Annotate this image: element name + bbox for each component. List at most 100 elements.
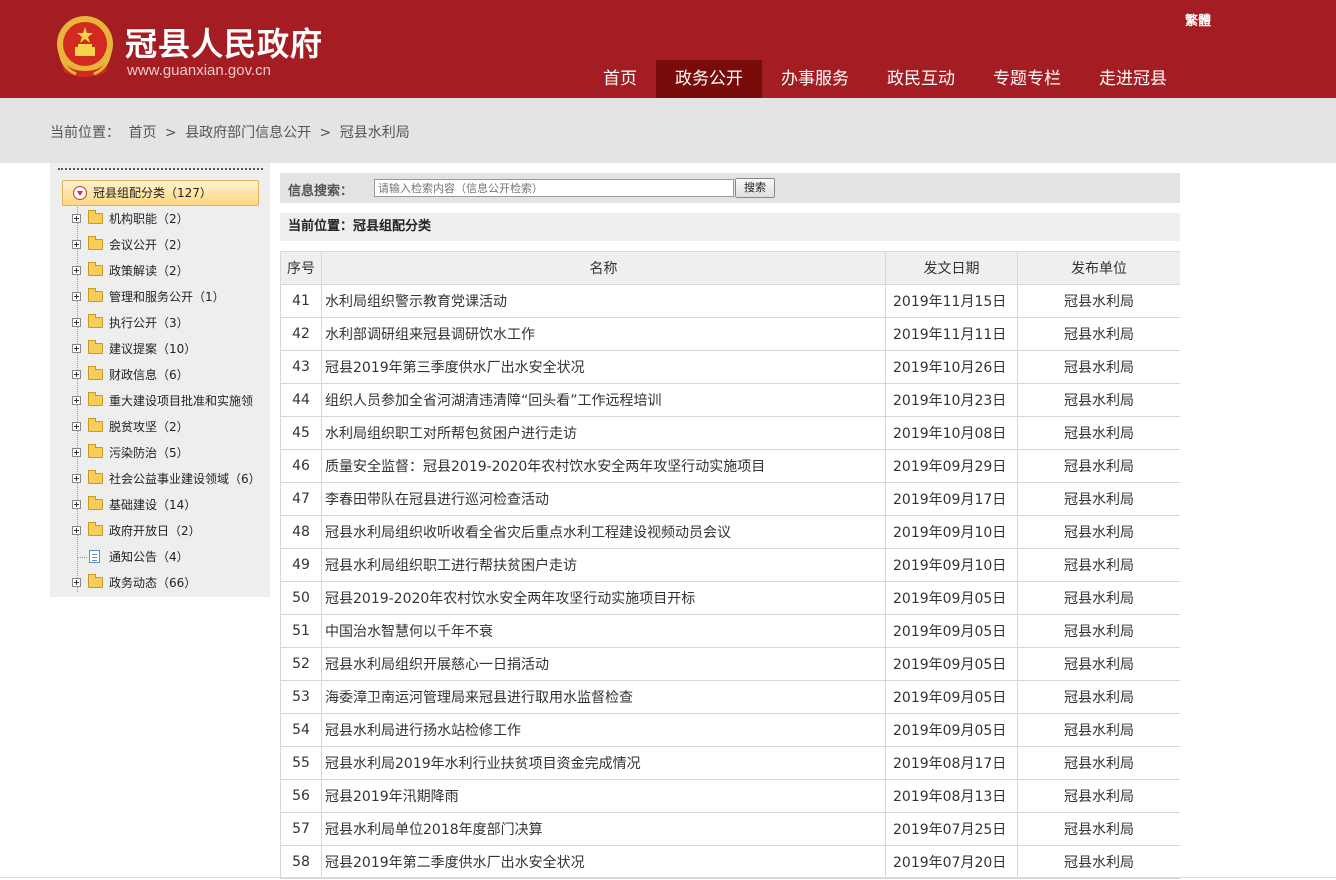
row-index-cell: 45 bbox=[280, 416, 322, 450]
tree-item-news[interactable]: 政务动态（66） bbox=[72, 573, 196, 593]
table-row[interactable]: 43 冠县2019年第三季度供水厂出水安全状况 2019年10月26日 冠县水利局 bbox=[280, 350, 1180, 384]
tree-item-public-welfare[interactable]: 社会公益事业建设领域（6） bbox=[72, 469, 261, 489]
expand-plus-icon[interactable] bbox=[72, 292, 81, 301]
search-input[interactable] bbox=[374, 179, 734, 197]
table-row[interactable]: 58 冠县2019年第二季度供水厂出水安全状况 2019年07月20日 冠县水利局 bbox=[280, 845, 1180, 879]
row-title-link[interactable]: 冠县水利局2019年水利行业扶贫项目资金完成情况 bbox=[321, 746, 886, 780]
breadcrumb-dept-info[interactable]: 县政府部门信息公开 bbox=[185, 125, 311, 141]
collapse-arrow-icon[interactable] bbox=[73, 186, 87, 200]
breadcrumb: 当前位置： 首页 > 县政府部门信息公开 > 冠县水利局 bbox=[50, 122, 414, 142]
row-title-link[interactable]: 海委漳卫南运河管理局来冠县进行取用水监督检查 bbox=[321, 680, 886, 714]
row-title-link[interactable]: 冠县2019年第二季度供水厂出水安全状况 bbox=[321, 845, 886, 879]
tree-item-notices[interactable]: 通知公告（4） bbox=[72, 547, 189, 567]
nav-services[interactable]: 办事服务 bbox=[762, 60, 868, 98]
tree-item-policy[interactable]: 政策解读（2） bbox=[72, 261, 189, 281]
folder-icon bbox=[88, 236, 103, 250]
expand-plus-icon[interactable] bbox=[72, 214, 81, 223]
tree-item-finance[interactable]: 财政信息（6） bbox=[72, 365, 189, 385]
row-title-link[interactable]: 冠县水利局单位2018年度部门决算 bbox=[321, 812, 886, 846]
row-publisher-cell: 冠县水利局 bbox=[1017, 845, 1180, 879]
expand-plus-icon[interactable] bbox=[72, 500, 81, 509]
table-row[interactable]: 53 海委漳卫南运河管理局来冠县进行取用水监督检查 2019年09月05日 冠县水利局 bbox=[280, 680, 1180, 714]
table-row[interactable]: 42 水利部调研组来冠县调研饮水工作 2019年11月11日 冠县水利局 bbox=[280, 317, 1180, 351]
table-row[interactable]: 56 冠县2019年汛期降雨 2019年08月13日 冠县水利局 bbox=[280, 779, 1180, 813]
table-row[interactable]: 48 冠县水利局组织收听收看全省灾后重点水利工程建设视频动员会议 2019年09月1… bbox=[280, 515, 1180, 549]
row-publisher-cell: 冠县水利局 bbox=[1017, 614, 1180, 648]
expand-plus-icon[interactable] bbox=[72, 526, 81, 535]
expand-plus-icon[interactable] bbox=[72, 240, 81, 249]
nav-government-affairs[interactable]: 政务公开 bbox=[656, 60, 762, 98]
row-publisher-cell: 冠县水利局 bbox=[1017, 713, 1180, 747]
row-title-link[interactable]: 中国治水智慧何以千年不衰 bbox=[321, 614, 886, 648]
tree-root-category[interactable]: 冠县组配分类（127） bbox=[62, 180, 259, 206]
tree-item-label: 污染防治（5） bbox=[109, 446, 189, 460]
row-publisher-cell: 冠县水利局 bbox=[1017, 746, 1180, 780]
national-emblem-icon[interactable] bbox=[54, 14, 116, 80]
tree-item-execution[interactable]: 执行公开（3） bbox=[72, 313, 189, 333]
table-row[interactable]: 51 中国治水智慧何以千年不衰 2019年09月05日 冠县水利局 bbox=[280, 614, 1180, 648]
expand-plus-icon[interactable] bbox=[72, 344, 81, 353]
expand-plus-icon[interactable] bbox=[72, 578, 81, 587]
row-title-link[interactable]: 冠县水利局组织职工进行帮扶贫困户走访 bbox=[321, 548, 886, 582]
expand-plus-icon[interactable] bbox=[72, 370, 81, 379]
row-title-link[interactable]: 冠县水利局进行扬水站检修工作 bbox=[321, 713, 886, 747]
nav-about-county[interactable]: 走进冠县 bbox=[1080, 60, 1186, 98]
traditional-chinese-link[interactable]: 繁體 bbox=[1185, 10, 1211, 29]
table-row[interactable]: 46 质量安全监督：冠县2019-2020年农村饮水安全两年攻坚行动实施项目 201… bbox=[280, 449, 1180, 483]
expand-plus-icon[interactable] bbox=[72, 396, 81, 405]
row-title-link[interactable]: 李春田带队在冠县进行巡河检查活动 bbox=[321, 482, 886, 516]
row-date-cell: 2019年09月10日 bbox=[885, 515, 1018, 549]
table-row[interactable]: 44 组织人员参加全省河湖清违清障“回头看”工作远程培训 2019年10月23日 冠县… bbox=[280, 383, 1180, 417]
table-row[interactable]: 49 冠县水利局组织职工进行帮扶贫困户走访 2019年09月10日 冠县水利局 bbox=[280, 548, 1180, 582]
expand-plus-icon[interactable] bbox=[72, 448, 81, 457]
tree-item-institution[interactable]: 机构职能（2） bbox=[72, 209, 189, 229]
table-row[interactable]: 57 冠县水利局单位2018年度部门决算 2019年07月25日 冠县水利局 bbox=[280, 812, 1180, 846]
site-title: 冠县人民政府 bbox=[125, 25, 324, 63]
tree-item-meetings[interactable]: 会议公开（2） bbox=[72, 235, 189, 255]
tree-item-proposals[interactable]: 建议提案（10） bbox=[72, 339, 196, 359]
expand-plus-icon[interactable] bbox=[72, 266, 81, 275]
tree-item-open-day[interactable]: 政府开放日（2） bbox=[72, 521, 201, 541]
table-row[interactable]: 41 水利局组织警示教育党课活动 2019年11月15日 冠县水利局 bbox=[280, 284, 1180, 318]
breadcrumb-home[interactable]: 首页 bbox=[128, 125, 156, 141]
table-row[interactable]: 50 冠县2019-2020年农村饮水安全两年攻坚行动实施项目开标 2019年09月… bbox=[280, 581, 1180, 615]
tree-item-management[interactable]: 管理和服务公开（1） bbox=[72, 287, 225, 307]
tree-item-pollution[interactable]: 污染防治（5） bbox=[72, 443, 189, 463]
table-row[interactable]: 52 冠县水利局组织开展慈心一日捐活动 2019年09月05日 冠县水利局 bbox=[280, 647, 1180, 681]
row-date-cell: 2019年09月05日 bbox=[885, 680, 1018, 714]
nav-special-topics[interactable]: 专题专栏 bbox=[974, 60, 1080, 98]
table-row[interactable]: 45 水利局组织职工对所帮包贫困户进行走访 2019年10月08日 冠县水利局 bbox=[280, 416, 1180, 450]
row-title-link[interactable]: 冠县2019年第三季度供水厂出水安全状况 bbox=[321, 350, 886, 384]
search-button[interactable]: 搜索 bbox=[735, 178, 775, 198]
table-row[interactable]: 54 冠县水利局进行扬水站检修工作 2019年09月05日 冠县水利局 bbox=[280, 713, 1180, 747]
expand-plus-icon[interactable] bbox=[72, 318, 81, 327]
tree-item-major-projects[interactable]: 重大建设项目批准和实施领 bbox=[72, 391, 253, 411]
row-title-link[interactable]: 冠县水利局组织收听收看全省灾后重点水利工程建设视频动员会议 bbox=[321, 515, 886, 549]
row-title-link[interactable]: 水利局组织警示教育党课活动 bbox=[321, 284, 886, 318]
expand-plus-icon[interactable] bbox=[72, 474, 81, 483]
tree-item-infrastructure[interactable]: 基础建设（14） bbox=[72, 495, 196, 515]
nav-interaction[interactable]: 政民互动 bbox=[868, 60, 974, 98]
row-title-link[interactable]: 质量安全监督：冠县2019-2020年农村饮水安全两年攻坚行动实施项目 bbox=[321, 449, 886, 483]
breadcrumb-water-bureau[interactable]: 冠县水利局 bbox=[340, 125, 410, 141]
expand-plus-icon[interactable] bbox=[72, 422, 81, 431]
row-title-link[interactable]: 水利部调研组来冠县调研饮水工作 bbox=[321, 317, 886, 351]
row-title-link[interactable]: 水利局组织职工对所帮包贫困户进行走访 bbox=[321, 416, 886, 450]
row-publisher-cell: 冠县水利局 bbox=[1017, 449, 1180, 483]
row-publisher-cell: 冠县水利局 bbox=[1017, 416, 1180, 450]
row-index-cell: 47 bbox=[280, 482, 322, 516]
row-index-cell: 42 bbox=[280, 317, 322, 351]
column-header-index: 序号 bbox=[280, 251, 322, 285]
table-row[interactable]: 55 冠县水利局2019年水利行业扶贫项目资金完成情况 2019年08月17日 冠县水… bbox=[280, 746, 1180, 780]
table-row[interactable]: 47 李春田带队在冠县进行巡河检查活动 2019年09月17日 冠县水利局 bbox=[280, 482, 1180, 516]
row-index-cell: 52 bbox=[280, 647, 322, 681]
tree-item-poverty[interactable]: 脱贫攻坚（2） bbox=[72, 417, 189, 437]
tree-connector bbox=[78, 557, 87, 558]
row-title-link[interactable]: 组织人员参加全省河湖清违清障“回头看”工作远程培训 bbox=[321, 383, 886, 417]
sidebar-divider bbox=[58, 168, 263, 170]
nav-home[interactable]: 首页 bbox=[584, 60, 656, 98]
row-title-link[interactable]: 冠县2019年汛期降雨 bbox=[321, 779, 886, 813]
row-title-link[interactable]: 冠县水利局组织开展慈心一日捐活动 bbox=[321, 647, 886, 681]
row-title-link[interactable]: 冠县2019-2020年农村饮水安全两年攻坚行动实施项目开标 bbox=[321, 581, 886, 615]
row-publisher-cell: 冠县水利局 bbox=[1017, 680, 1180, 714]
